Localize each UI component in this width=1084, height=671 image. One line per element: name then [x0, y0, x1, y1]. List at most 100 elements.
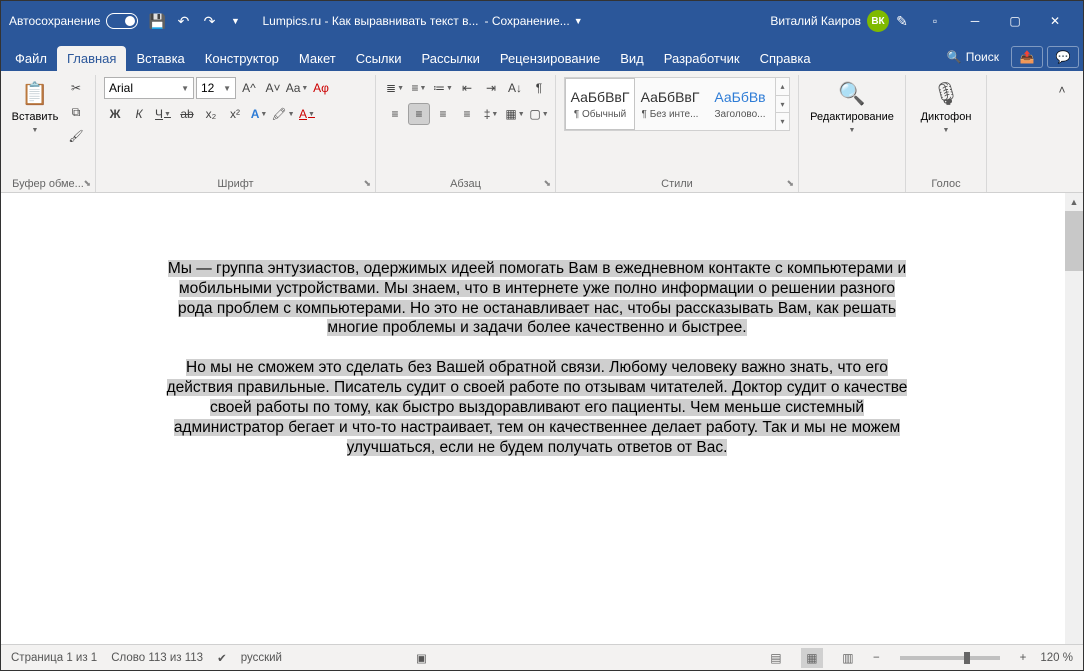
paste-button[interactable]: 📋 Вставить ▼ — [9, 77, 61, 138]
line-spacing-icon[interactable]: ‡▼ — [480, 103, 502, 125]
maximize-button[interactable]: ▢ — [995, 1, 1035, 41]
document-page[interactable]: Мы — группа энтузиастов, одержимых идеей… — [31, 201, 1043, 644]
paragraph-1[interactable]: Мы — группа энтузиастов, одержимых идеей… — [161, 259, 913, 338]
underline-button[interactable]: Ч▼ — [152, 103, 174, 125]
format-painter-icon[interactable]: 🖌 — [65, 125, 87, 147]
tab-references[interactable]: Ссылки — [346, 46, 412, 71]
strike-button[interactable]: ab — [176, 103, 198, 125]
clear-format-icon[interactable]: Aφ — [310, 77, 332, 99]
page-indicator[interactable]: Страница 1 из 1 — [11, 652, 97, 664]
tab-layout[interactable]: Макет — [289, 46, 346, 71]
tab-insert[interactable]: Вставка — [126, 46, 194, 71]
zoom-slider[interactable] — [900, 656, 1000, 660]
increase-indent-icon[interactable]: ⇥ — [480, 77, 502, 99]
macro-icon[interactable]: ▣ — [416, 651, 427, 665]
collapse-ribbon-icon[interactable]: ˄ — [1049, 79, 1075, 101]
decrease-indent-icon[interactable]: ⇤ — [456, 77, 478, 99]
comments-button[interactable]: 💬 — [1047, 46, 1079, 68]
tab-developer[interactable]: Разработчик — [654, 46, 750, 71]
ribbon-right-icons: ˄ — [1041, 75, 1083, 192]
word-count[interactable]: Слово 113 из 113 — [111, 652, 203, 664]
chevron-down-icon[interactable]: ▼ — [574, 16, 583, 26]
multilevel-icon[interactable]: ≔▼ — [432, 77, 454, 99]
style-nospace[interactable]: АаБбВвГ ¶ Без инте... — [635, 78, 705, 130]
spellcheck-icon[interactable]: ✔ — [217, 651, 227, 665]
launcher-icon[interactable]: ⬊ — [786, 178, 794, 189]
undo-icon[interactable]: ↶ — [172, 10, 194, 32]
shading-icon[interactable]: ▦▼ — [504, 103, 526, 125]
text-effects-icon[interactable]: A▼ — [248, 103, 270, 125]
zoom-in-button[interactable]: + — [1020, 652, 1027, 664]
tab-help[interactable]: Справка — [750, 46, 821, 71]
subscript-button[interactable]: x₂ — [200, 103, 222, 125]
autosave-toggle[interactable]: Автосохранение — [9, 13, 138, 29]
title-bar: Автосохранение 💾 ↶ ↷ ▼ Lumpics.ru - Как … — [1, 1, 1083, 41]
change-case-icon[interactable]: Aa▼ — [286, 77, 308, 99]
tab-review[interactable]: Рецензирование — [490, 46, 610, 71]
saving-status: - Сохранение... — [485, 14, 570, 28]
toggle-switch-icon[interactable] — [106, 13, 138, 29]
style-normal[interactable]: АаБбВвГ ¶ Обычный — [565, 78, 635, 130]
search-icon: 🔍 — [947, 50, 962, 64]
font-size-select[interactable]: 12▼ — [196, 77, 236, 99]
minimize-button[interactable]: ─ — [955, 1, 995, 41]
align-left-icon[interactable]: ≡ — [384, 103, 406, 125]
language-indicator[interactable]: русский — [241, 652, 282, 664]
show-marks-icon[interactable]: ¶ — [528, 77, 550, 99]
align-center-icon[interactable]: ≡ — [408, 103, 430, 125]
style-gallery[interactable]: АаБбВвГ ¶ Обычный АаБбВвГ ¶ Без инте... … — [564, 77, 790, 131]
chevron-down-icon[interactable]: ▼ — [224, 10, 246, 32]
font-name-select[interactable]: Arial▼ — [104, 77, 194, 99]
status-bar: Страница 1 из 1 Слово 113 из 113 ✔ русск… — [1, 644, 1083, 670]
launcher-icon[interactable]: ⬊ — [83, 178, 91, 189]
zoom-thumb[interactable] — [964, 652, 970, 664]
search-box[interactable]: 🔍 Поиск — [939, 47, 1007, 67]
copy-icon[interactable]: ⧉ — [65, 101, 87, 123]
group-paragraph: ≣▼ ≡▼ ≔▼ ⇤ ⇥ A↓ ¶ ≡ ≡ ≡ ≡ ‡▼ ▦▼ ▢▼ Абзац… — [376, 75, 556, 192]
bold-button[interactable]: Ж — [104, 103, 126, 125]
pen-icon[interactable]: ✎ — [891, 10, 913, 32]
ribbon-display-icon[interactable]: ▫ — [915, 1, 955, 41]
numbering-icon[interactable]: ≡▼ — [408, 77, 430, 99]
zoom-level[interactable]: 120 % — [1040, 652, 1073, 664]
borders-icon[interactable]: ▢▼ — [528, 103, 550, 125]
close-button[interactable]: ✕ — [1035, 1, 1075, 41]
web-layout-icon[interactable]: ▥ — [837, 648, 859, 668]
tab-mailings[interactable]: Рассылки — [411, 46, 489, 71]
document-area: Мы — группа энтузиастов, одержимых идеей… — [1, 193, 1083, 644]
superscript-button[interactable]: x² — [224, 103, 246, 125]
paragraph-2[interactable]: Но мы не сможем это сделать без Вашей об… — [161, 358, 913, 457]
vertical-scrollbar[interactable]: ▲ — [1065, 193, 1083, 644]
launcher-icon[interactable]: ⬊ — [363, 178, 371, 189]
cut-icon[interactable]: ✂ — [65, 77, 87, 99]
scrollbar-thumb[interactable] — [1065, 211, 1083, 271]
decrease-font-icon[interactable]: A˅ — [262, 77, 284, 99]
justify-icon[interactable]: ≡ — [456, 103, 478, 125]
search-placeholder: Поиск — [966, 50, 999, 64]
print-layout-icon[interactable]: ▦ — [801, 648, 823, 668]
save-icon[interactable]: 💾 — [146, 10, 168, 32]
sort-icon[interactable]: A↓ — [504, 77, 526, 99]
dictation-button[interactable]: 🎙 Диктофон ▼ — [914, 77, 978, 138]
editing-button[interactable]: 🔍 Редактирование ▼ — [807, 77, 897, 138]
tab-file[interactable]: Файл — [5, 46, 57, 71]
tab-home[interactable]: Главная — [57, 46, 126, 71]
align-right-icon[interactable]: ≡ — [432, 103, 454, 125]
style-heading[interactable]: АаБбВв Заголово... — [705, 78, 775, 130]
highlight-icon[interactable]: 🖍▼ — [272, 103, 294, 125]
scroll-up-icon[interactable]: ▲ — [1065, 193, 1083, 211]
font-color-icon[interactable]: A▼ — [296, 103, 318, 125]
user-account[interactable]: Виталий Каиров ВК — [770, 10, 889, 32]
read-mode-icon[interactable]: ▤ — [765, 648, 787, 668]
share-button[interactable]: 📤 — [1011, 46, 1043, 68]
launcher-icon[interactable]: ⬊ — [543, 178, 551, 189]
redo-icon[interactable]: ↷ — [198, 10, 220, 32]
bullets-icon[interactable]: ≣▼ — [384, 77, 406, 99]
tab-design[interactable]: Конструктор — [195, 46, 289, 71]
group-clipboard: 📋 Вставить ▼ ✂ ⧉ 🖌 Буфер обме...⬊ — [1, 75, 96, 192]
zoom-out-button[interactable]: − — [873, 652, 880, 664]
italic-button[interactable]: К — [128, 103, 150, 125]
tab-view[interactable]: Вид — [610, 46, 654, 71]
increase-font-icon[interactable]: A^ — [238, 77, 260, 99]
gallery-more[interactable]: ▴▾▾ — [775, 78, 789, 130]
